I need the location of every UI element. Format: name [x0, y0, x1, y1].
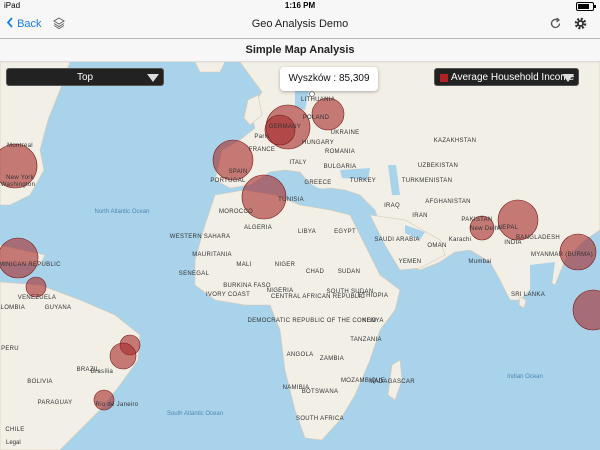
navigation-bar: Back Geo Analysis Demo: [0, 12, 600, 39]
map-label: NIGER: [274, 262, 296, 268]
map-label: GERMANY: [268, 124, 302, 130]
map-callout[interactable]: Wyszków : 85,309: [280, 67, 378, 91]
africa-landmass: [194, 189, 401, 441]
map-label: Rio de Janeiro: [95, 402, 139, 408]
gear-icon[interactable]: [573, 16, 588, 36]
map-label: CHAD: [305, 269, 325, 275]
map-label: UKRAINE: [330, 130, 360, 136]
legal-link[interactable]: Legal: [6, 440, 21, 446]
map-label: ANGOLA: [286, 352, 314, 358]
sri-lanka-landmass: [518, 296, 527, 309]
map-label: HUNGARY: [302, 140, 334, 146]
map-label: ZAMBIA: [319, 356, 345, 362]
map-label: MOROCCO: [218, 209, 254, 215]
map-label: TURKEY: [349, 178, 377, 184]
map-label: TURKMENISTAN: [401, 178, 453, 184]
section-title: Simple Map Analysis: [0, 39, 600, 62]
map-label: CHILE: [5, 427, 25, 433]
map-label: ITALY: [289, 160, 307, 166]
map-label: MAURITANIA: [192, 252, 232, 258]
map-label: TUNISIA: [278, 197, 304, 203]
status-bar: iPad 1:16 PM: [0, 0, 600, 12]
map-label: CENTRAL AFRICAN REPUBLIC: [270, 294, 366, 300]
refresh-icon[interactable]: [549, 17, 562, 35]
map-label: AFGHANISTAN: [425, 199, 471, 205]
ocean-label: South Atlantic Ocean: [166, 411, 224, 417]
ocean-label: North Atlantic Ocean: [94, 209, 150, 215]
map-label: Karachi: [448, 237, 472, 243]
callout-anchor-dot: [309, 91, 315, 97]
map-label: SAUDI ARABIA: [374, 237, 420, 243]
bubble-nepal: [497, 199, 539, 241]
map-label: IRAN: [412, 213, 428, 219]
map-label: EGYPT: [334, 229, 356, 235]
map-label: Brasília: [90, 369, 114, 375]
map-label: ROMANIA: [324, 149, 356, 155]
dropdown-arrow-icon: [562, 74, 574, 82]
iceland-landmass: [194, 62, 226, 73]
map-label: MADAGASCAR: [369, 379, 415, 385]
map-label: PAKISTAN: [461, 217, 493, 223]
map-label: Paris: [254, 134, 270, 140]
map-label: YEMEN: [398, 259, 422, 265]
map-label: SPAIN: [228, 169, 248, 175]
bubble-dominican-republic: [0, 237, 39, 279]
map-label: LITHUANIA: [300, 97, 336, 103]
map-label: BULGARIA: [323, 164, 357, 170]
map-label: BANGLADESH: [515, 235, 561, 241]
map-label: Montreal: [7, 143, 33, 149]
map-label: OMAN: [427, 243, 447, 249]
map-label: IVORY COAST: [205, 292, 251, 298]
map-label: SUDAN: [337, 269, 361, 275]
map-label: GREECE: [304, 180, 332, 186]
bubble-brazil-2: [109, 342, 137, 370]
world-map: [0, 62, 600, 450]
page-title: Geo Analysis Demo: [251, 18, 349, 30]
map-label: WESTERN SAHARA: [169, 234, 231, 240]
map-label: TANZANIA: [350, 337, 382, 343]
map-label: VENEZUELA: [17, 295, 57, 301]
map-label: KENYA: [362, 318, 384, 324]
metric-selector[interactable]: Average Household Income: [434, 68, 579, 86]
map-label: BOTSWANA: [301, 389, 339, 395]
top-selector[interactable]: Top: [6, 68, 164, 86]
map-label: UZBEKISTAN: [417, 163, 459, 169]
map-label: PARAGUAY: [37, 400, 73, 406]
top-selector-label: Top: [76, 72, 94, 83]
map-label: PORTUGAL: [210, 178, 246, 184]
map-label: LIBYA: [297, 229, 317, 235]
map-label: DOMINICAN REPUBLIC: [0, 262, 61, 268]
map-label: SRI LANKA: [510, 292, 546, 298]
ocean-label: Indian Ocean: [507, 374, 543, 380]
bubble-venezuela: [25, 276, 47, 298]
map-label: FRANCE: [248, 147, 276, 153]
map-label: KAZAKHSTAN: [433, 138, 477, 144]
map-label: IRAQ: [384, 203, 400, 209]
map-label: POLAND: [302, 115, 330, 121]
map-label: New York: [6, 175, 34, 181]
map-label: Washington: [0, 182, 36, 188]
map-label: PERU: [1, 346, 19, 352]
map-label: MYANMAR (BURMA): [530, 252, 594, 258]
bubble-paris: [264, 114, 296, 146]
map-label: BOLIVIA: [27, 379, 53, 385]
dropdown-arrow-icon: [147, 74, 159, 82]
map-label: SOUTH AFRICA: [296, 416, 344, 422]
metric-selector-label: Average Household Income: [451, 72, 575, 83]
map-label: BURKINA FASO: [223, 283, 271, 289]
map-label: New Delhi: [469, 226, 501, 232]
map-label: MALI: [236, 262, 252, 268]
map-view[interactable]: LITHUANIA POLAND GERMANY UKRAINE FRANCE HUNGA…: [0, 62, 600, 450]
map-label: GUYANA: [44, 305, 72, 311]
map-label: COLOMBIA: [0, 305, 26, 311]
map-label: SENEGAL: [178, 271, 210, 277]
status-time: 1:16 PM: [284, 1, 316, 10]
map-label: NEPAL: [497, 225, 519, 231]
map-label: ALGERIA: [243, 225, 273, 231]
bubble-thailand: [572, 289, 600, 331]
metric-color-swatch: [440, 74, 448, 82]
map-label: Mumbai: [468, 259, 492, 265]
map-label: DEMOCRATIC REPUBLIC OF THE CONGO: [247, 318, 377, 324]
